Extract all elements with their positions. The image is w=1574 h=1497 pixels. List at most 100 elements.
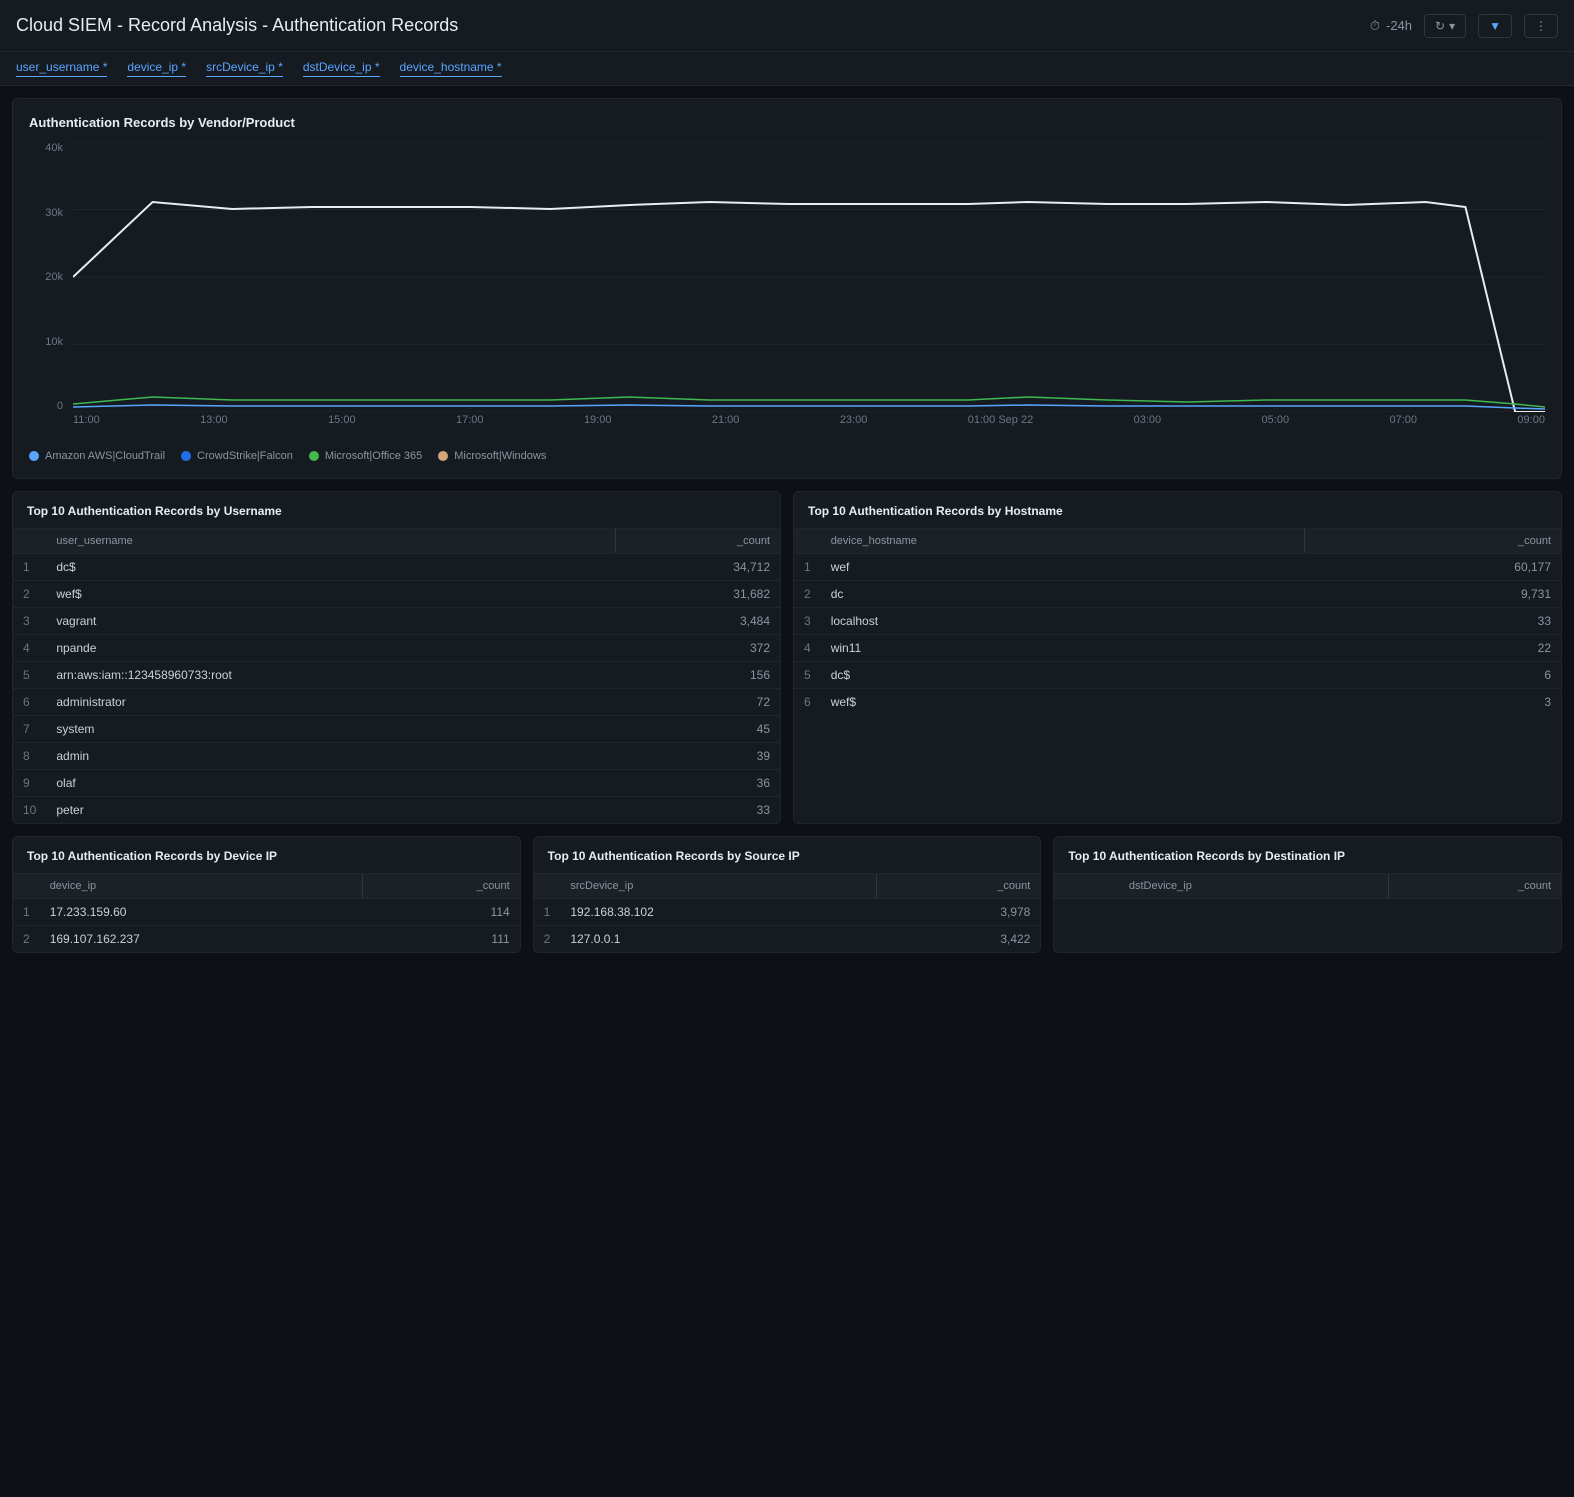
table-row: 7 system 45 <box>13 716 780 743</box>
device-ip-col-rank-header <box>13 874 40 899</box>
count-cell: 3,978 <box>877 899 1041 926</box>
dst-ip-col-count-header: _count <box>1388 874 1561 899</box>
count-cell: 33 <box>1304 608 1561 635</box>
chart-svg <box>73 142 1545 412</box>
count-cell: 31,682 <box>615 581 780 608</box>
name-cell: wef <box>821 554 1304 581</box>
rank-cell: 1 <box>13 554 46 581</box>
count-cell: 22 <box>1304 635 1561 662</box>
count-cell: 111 <box>363 926 520 953</box>
x-label-0900: 09:00 <box>1517 414 1545 426</box>
rank-cell: 7 <box>13 716 46 743</box>
rank-cell: 1 <box>794 554 821 581</box>
device-ip-col-name-header: device_ip <box>40 874 363 899</box>
count-cell: 3 <box>1304 689 1561 716</box>
table-row: 10 peter 33 <box>13 797 780 824</box>
filter-icon: ▼ <box>1489 19 1501 33</box>
rank-cell: 1 <box>13 899 40 926</box>
x-axis: 11:00 13:00 15:00 17:00 19:00 21:00 23:0… <box>73 414 1545 442</box>
filter-chip-username[interactable]: user_username * <box>16 60 107 77</box>
y-label-20k: 20k <box>45 271 63 283</box>
src-ip-col-count-header: _count <box>877 874 1041 899</box>
count-cell: 39 <box>615 743 780 770</box>
name-cell: dc$ <box>821 662 1304 689</box>
table-row: 2 dc 9,731 <box>794 581 1561 608</box>
top-tables-row: Top 10 Authentication Records by Usernam… <box>12 491 1562 824</box>
count-cell: 9,731 <box>1304 581 1561 608</box>
legend-dot-falcon <box>181 451 191 461</box>
device-ip-table: device_ip _count 1 17.233.159.60 114 2 1… <box>13 874 520 952</box>
name-cell: 127.0.0.1 <box>560 926 876 953</box>
username-table-panel: Top 10 Authentication Records by Usernam… <box>12 491 781 824</box>
count-cell: 72 <box>615 689 780 716</box>
rank-cell: 2 <box>534 926 561 953</box>
y-label-40k: 40k <box>45 142 63 154</box>
rank-cell: 2 <box>794 581 821 608</box>
name-cell: peter <box>46 797 615 824</box>
chart-legend: Amazon AWS|CloudTrail CrowdStrike|Falcon… <box>29 450 1545 462</box>
rank-cell: 4 <box>794 635 821 662</box>
rank-cell: 9 <box>13 770 46 797</box>
x-label-0300: 03:00 <box>1134 414 1162 426</box>
x-label-1500: 15:00 <box>328 414 356 426</box>
src-ip-table: srcDevice_ip _count 1 192.168.38.102 3,9… <box>534 874 1041 952</box>
time-control: ⏱ -24h <box>1370 18 1412 34</box>
count-cell: 372 <box>615 635 780 662</box>
src-ip-table-panel: Top 10 Authentication Records by Source … <box>533 836 1042 953</box>
x-label-0100: 01:00 Sep 22 <box>968 414 1033 426</box>
x-label-0500: 05:00 <box>1262 414 1290 426</box>
table-row: 2 wef$ 31,682 <box>13 581 780 608</box>
hostname-col-rank-header <box>794 529 821 554</box>
chart-panel: Authentication Records by Vendor/Product… <box>12 98 1562 479</box>
name-cell: win11 <box>821 635 1304 662</box>
name-cell: localhost <box>821 608 1304 635</box>
count-cell: 60,177 <box>1304 554 1561 581</box>
count-cell: 114 <box>363 899 520 926</box>
dst-ip-table-title: Top 10 Authentication Records by Destina… <box>1054 837 1561 874</box>
name-cell: olaf <box>46 770 615 797</box>
username-col-rank-header <box>13 529 46 554</box>
y-label-0: 0 <box>57 400 63 412</box>
legend-dot-cloudtrail <box>29 451 39 461</box>
filter-chip-hostname[interactable]: device_hostname * <box>400 60 502 77</box>
table-row: 1 dc$ 34,712 <box>13 554 780 581</box>
more-button[interactable]: ⋮ <box>1524 14 1558 38</box>
name-cell: 192.168.38.102 <box>560 899 876 926</box>
filter-chip-device-ip[interactable]: device_ip * <box>127 60 186 77</box>
y-label-10k: 10k <box>45 336 63 348</box>
table-row: 2 169.107.162.237 111 <box>13 926 520 953</box>
x-label-1700: 17:00 <box>456 414 484 426</box>
dst-ip-table: dstDevice_ip _count <box>1054 874 1561 899</box>
main-content: Authentication Records by Vendor/Product… <box>0 86 1574 965</box>
name-cell: dc$ <box>46 554 615 581</box>
username-col-name-header: user_username <box>46 529 615 554</box>
rank-cell: 6 <box>13 689 46 716</box>
rank-cell: 4 <box>13 635 46 662</box>
name-cell: system <box>46 716 615 743</box>
rank-cell: 10 <box>13 797 46 824</box>
name-cell: npande <box>46 635 615 662</box>
more-icon: ⋮ <box>1535 19 1547 33</box>
bottom-tables-row: Top 10 Authentication Records by Device … <box>12 836 1562 953</box>
refresh-button[interactable]: ↻ ▾ <box>1424 14 1466 38</box>
filter-chip-src-ip[interactable]: srcDevice_ip * <box>206 60 283 77</box>
legend-label-office365: Microsoft|Office 365 <box>325 450 422 462</box>
filter-chip-dst-ip[interactable]: dstDevice_ip * <box>303 60 380 77</box>
table-row: 8 admin 39 <box>13 743 780 770</box>
hostname-table-panel: Top 10 Authentication Records by Hostnam… <box>793 491 1562 824</box>
name-cell: wef$ <box>821 689 1304 716</box>
rank-cell: 8 <box>13 743 46 770</box>
rank-cell: 2 <box>13 581 46 608</box>
rank-cell: 1 <box>534 899 561 926</box>
name-cell: dc <box>821 581 1304 608</box>
filter-button[interactable]: ▼ <box>1478 14 1512 38</box>
table-row: 3 vagrant 3,484 <box>13 608 780 635</box>
dst-ip-col-rank-header <box>1054 874 1119 899</box>
legend-dot-office365 <box>309 451 319 461</box>
table-row: 5 dc$ 6 <box>794 662 1561 689</box>
hostname-col-name-header: device_hostname <box>821 529 1304 554</box>
table-row: 4 win11 22 <box>794 635 1561 662</box>
refresh-dropdown-icon: ▾ <box>1449 19 1455 33</box>
rank-cell: 3 <box>794 608 821 635</box>
rank-cell: 6 <box>794 689 821 716</box>
